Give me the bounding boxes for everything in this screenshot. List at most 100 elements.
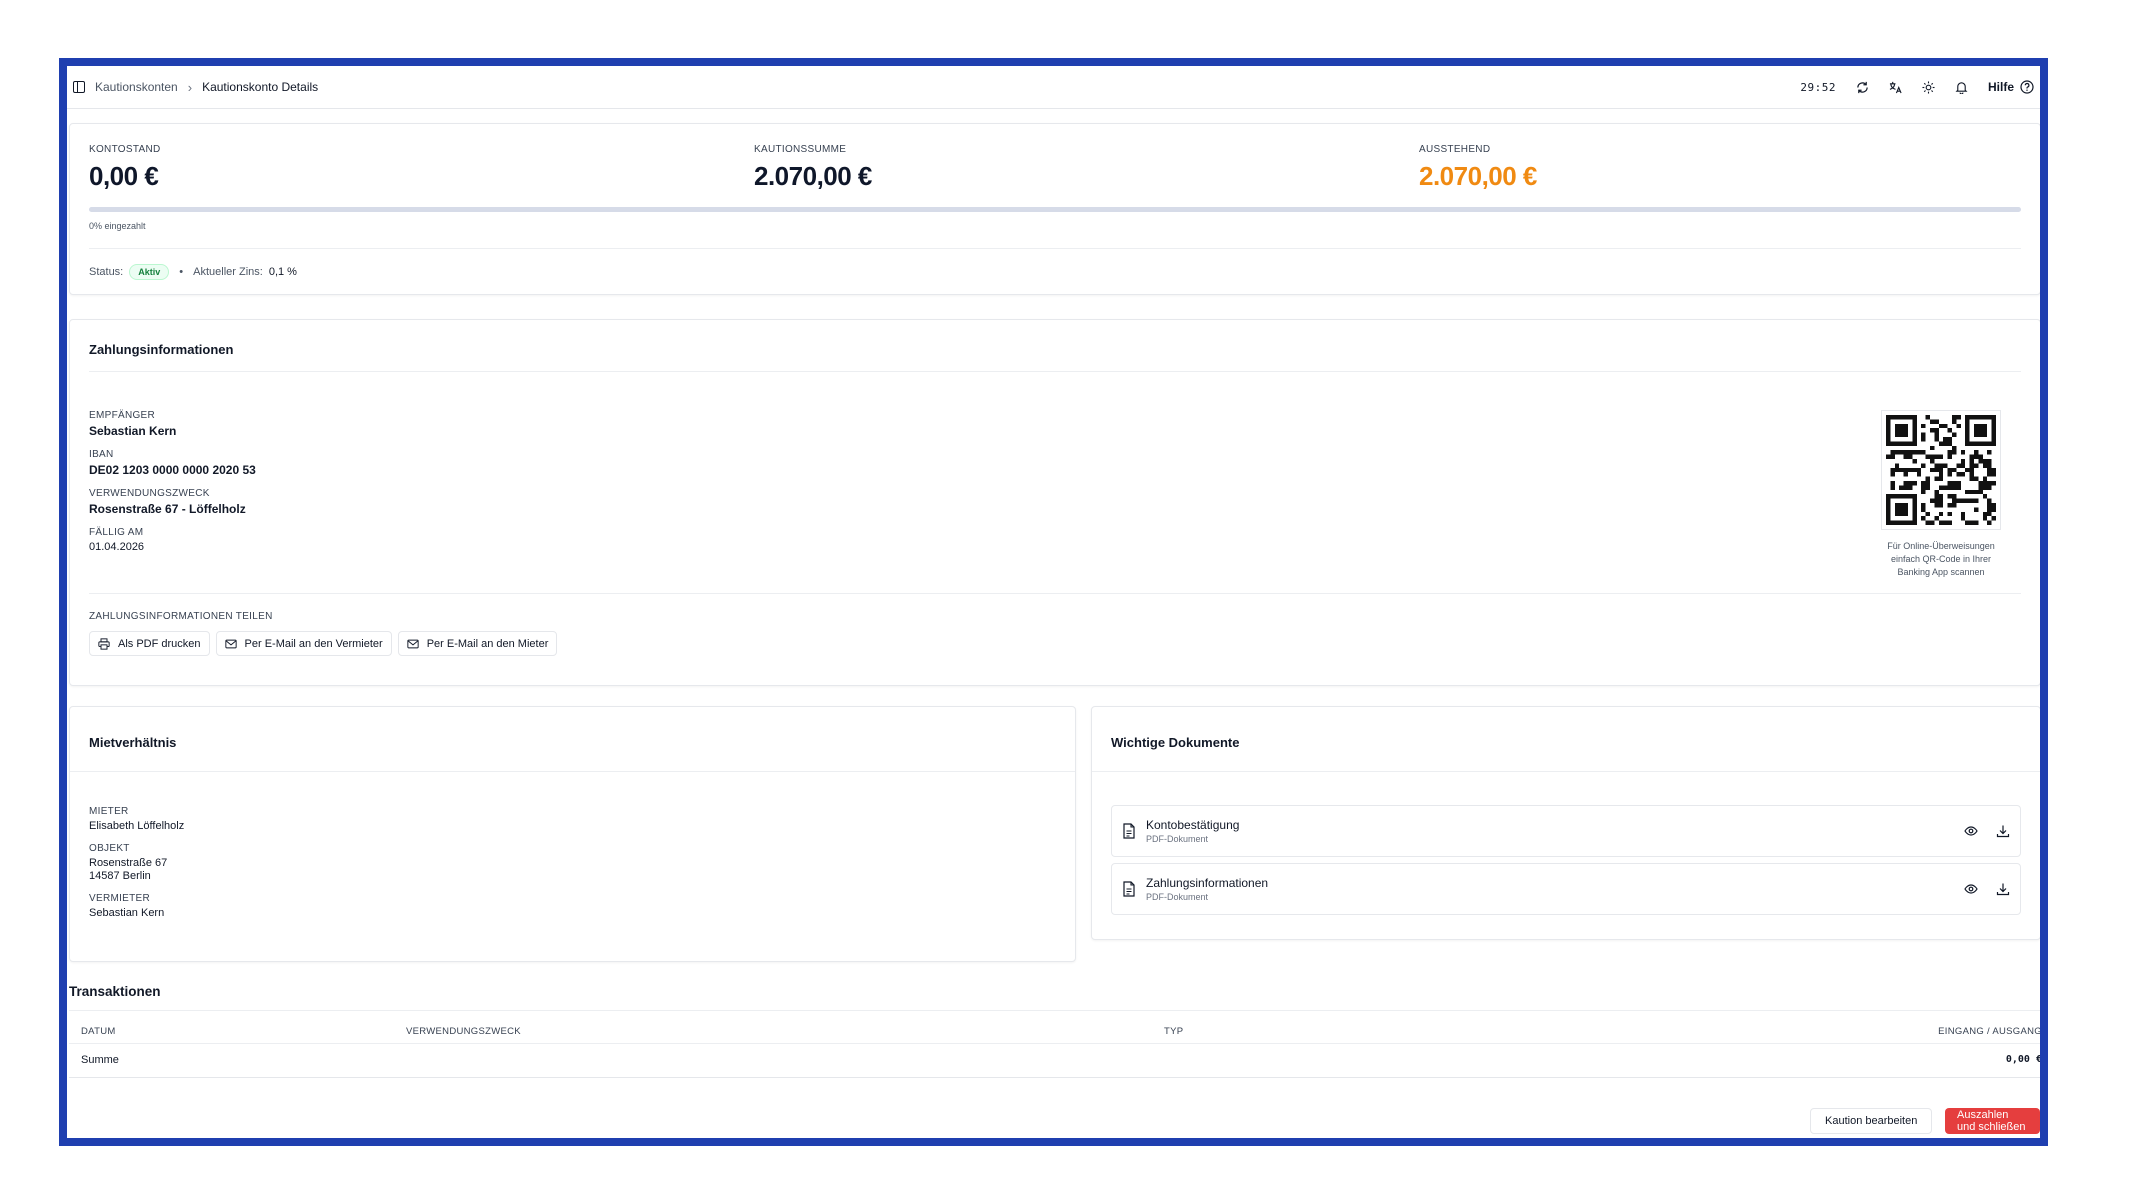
mail-icon bbox=[407, 638, 419, 650]
transactions-section: Transaktionen DATUM VERWENDUNGSZWECK TYP… bbox=[67, 984, 2042, 1088]
table-row: Summe 0,00 € bbox=[67, 1054, 2040, 1070]
kautionssumme-label: KAUTIONSSUMME bbox=[754, 144, 847, 155]
kontostand-label: KONTOSTAND bbox=[89, 144, 161, 155]
print-pdf-label: Als PDF drucken bbox=[118, 637, 201, 650]
status-label: Status: bbox=[89, 266, 124, 278]
empfaenger-value: Sebastian Kern bbox=[89, 424, 177, 438]
email-mieter-button[interactable]: Per E-Mail an den Mieter bbox=[397, 631, 558, 656]
rental-title: Mietverhältnis bbox=[89, 735, 177, 750]
mieter-field: MIETER Elisabeth Löffelholz bbox=[89, 806, 184, 832]
kontostand-value: 0,00 € bbox=[89, 161, 159, 191]
faellig-field: FÄLLIG AM 01.04.2026 bbox=[89, 527, 256, 553]
separator-dot: • bbox=[179, 266, 184, 278]
share-divider bbox=[89, 593, 2021, 594]
bell-icon[interactable] bbox=[1955, 81, 1968, 94]
transactions-top-divider bbox=[69, 1010, 2040, 1011]
help-label: Hilfe bbox=[1987, 80, 2014, 94]
zins-value: 0,1 % bbox=[268, 266, 297, 278]
vermieter-value: Sebastian Kern bbox=[89, 907, 165, 919]
progress-caption: 0% eingezahlt bbox=[89, 221, 146, 231]
objekt-line1: Rosenstraße 67 bbox=[89, 857, 168, 869]
document-item[interactable]: Zahlungsinformationen PDF-Dokument bbox=[1111, 863, 2021, 915]
ausstehend-value: 2.070,00 € bbox=[1419, 161, 1537, 191]
sum-label: Summe bbox=[81, 1054, 119, 1066]
payment-info-title: Zahlungsinformationen bbox=[89, 342, 234, 357]
documents-title: Wichtige Dokumente bbox=[1111, 735, 1240, 750]
iban-value: DE02 1203 0000 0000 2020 53 bbox=[89, 463, 256, 477]
sun-icon[interactable] bbox=[1922, 80, 1935, 94]
empfaenger-field: EMPFÄNGER Sebastian Kern bbox=[89, 410, 256, 438]
breadcrumb-parent-link[interactable]: Kautionskonten bbox=[95, 80, 178, 94]
rental-fields: MIETER Elisabeth Löffelholz OBJEKT Rosen… bbox=[89, 806, 184, 930]
eye-icon[interactable] bbox=[1964, 882, 1978, 896]
sidebar-toggle-icon[interactable] bbox=[73, 81, 85, 93]
transactions-title: Transaktionen bbox=[69, 984, 161, 999]
kontostand-block: KONTOSTAND 0,00 € bbox=[89, 144, 161, 192]
mieter-label: MIETER bbox=[89, 806, 129, 817]
iban-field: IBAN DE02 1203 0000 0000 2020 53 bbox=[89, 449, 256, 477]
print-pdf-button[interactable]: Als PDF drucken bbox=[89, 631, 210, 656]
payment-info-card: Zahlungsinformationen EMPFÄNGER Sebastia… bbox=[69, 319, 2040, 686]
help-button[interactable]: Hilfe bbox=[1988, 80, 2034, 94]
mieter-value: Elisabeth Löffelholz bbox=[89, 820, 185, 832]
column-datum: DATUM bbox=[81, 1025, 116, 1037]
download-icon[interactable] bbox=[1996, 882, 2010, 896]
rental-header-divider bbox=[70, 771, 1075, 772]
document-name: Kontobestätigung bbox=[1146, 818, 1240, 832]
top-bar: Kautionskonten › Kautionskonto Details 2… bbox=[67, 66, 2040, 109]
translate-icon[interactable] bbox=[1889, 81, 1902, 94]
zins-label: Aktueller Zins: bbox=[193, 266, 263, 278]
printer-icon bbox=[98, 637, 110, 650]
ausstehend-label: AUSSTEHEND bbox=[1419, 144, 1491, 155]
faellig-value: 01.04.2026 bbox=[89, 541, 145, 553]
status-badge: Aktiv bbox=[129, 264, 170, 280]
documents-card: Wichtige Dokumente Kontobestätigung PDF-… bbox=[1091, 706, 2040, 940]
summary-card: KONTOSTAND 0,00 € KAUTIONSSUMME 2.070,00… bbox=[69, 123, 2040, 295]
mail-icon bbox=[224, 638, 237, 650]
session-timer: 29:52 bbox=[1800, 80, 1836, 94]
share-label: ZAHLUNGSINFORMATIONEN TEILEN bbox=[89, 611, 273, 622]
file-text-icon bbox=[1122, 823, 1136, 839]
column-eingang-ausgang: EINGANG / AUSGANG bbox=[1938, 1025, 2042, 1037]
qr-block: Für Online-Überweisungen einfach QR-Code… bbox=[1861, 410, 2021, 579]
ausstehend-block: AUSSTEHEND 2.070,00 € bbox=[1419, 144, 1537, 192]
app-window: Kautionskonten › Kautionskonto Details 2… bbox=[59, 58, 2048, 1146]
breadcrumb: Kautionskonten › Kautionskonto Details bbox=[73, 80, 318, 95]
edit-deposit-button[interactable]: Kaution bearbeiten bbox=[1810, 1108, 1933, 1134]
status-row: Status: Aktiv • Aktueller Zins: 0,1 % bbox=[89, 264, 297, 280]
share-actions: Als PDF drucken Per E-Mail an den Vermie… bbox=[89, 631, 558, 656]
document-name: Zahlungsinformationen bbox=[1146, 876, 1269, 890]
document-type: PDF-Dokument bbox=[1146, 834, 1209, 844]
kautionssumme-value: 2.070,00 € bbox=[754, 161, 872, 191]
file-text-icon bbox=[1122, 881, 1136, 897]
download-icon[interactable] bbox=[1996, 824, 2010, 838]
email-vermieter-button[interactable]: Per E-Mail an den Vermieter bbox=[215, 631, 392, 656]
transactions-header-divider bbox=[69, 1043, 2040, 1044]
rental-card: Mietverhältnis MIETER Elisabeth Löffelho… bbox=[69, 706, 1076, 962]
documents-header-divider bbox=[1092, 771, 2040, 772]
zweck-field: VERWENDUNGSZWECK Rosenstraße 67 - Löffel… bbox=[89, 488, 256, 516]
objekt-field: OBJEKT Rosenstraße 67 14587 Berlin bbox=[89, 843, 184, 882]
topbar-actions: 29:52 Hilfe bbox=[1800, 80, 2034, 94]
objekt-line2: 14587 Berlin bbox=[89, 870, 151, 882]
kautionssumme-block: KAUTIONSSUMME 2.070,00 € bbox=[754, 144, 872, 192]
chevron-right-icon: › bbox=[187, 79, 193, 95]
payment-header-divider bbox=[89, 371, 2021, 372]
qr-caption: Für Online-Überweisungen einfach QR-Code… bbox=[1887, 541, 1995, 577]
zweck-label: VERWENDUNGSZWECK bbox=[89, 488, 210, 499]
vermieter-label: VERMIETER bbox=[89, 893, 151, 904]
payout-close-button[interactable]: Auszahlen und schließen bbox=[1945, 1108, 2040, 1134]
help-circle-icon bbox=[2020, 80, 2034, 94]
iban-label: IBAN bbox=[89, 449, 114, 460]
column-typ: TYP bbox=[1164, 1025, 1184, 1037]
zweck-value: Rosenstraße 67 - Löffelholz bbox=[89, 502, 246, 516]
summary-divider bbox=[89, 248, 2021, 249]
email-vermieter-label: Per E-Mail an den Vermieter bbox=[244, 637, 383, 650]
refresh-icon[interactable] bbox=[1856, 81, 1869, 94]
document-item[interactable]: Kontobestätigung PDF-Dokument bbox=[1111, 805, 2021, 857]
payment-fields: EMPFÄNGER Sebastian Kern IBAN DE02 1203 … bbox=[89, 410, 256, 564]
objekt-label: OBJEKT bbox=[89, 843, 130, 854]
eye-icon[interactable] bbox=[1964, 824, 1978, 838]
document-type: PDF-Dokument bbox=[1146, 892, 1209, 902]
transactions-bottom-divider bbox=[69, 1077, 2040, 1078]
